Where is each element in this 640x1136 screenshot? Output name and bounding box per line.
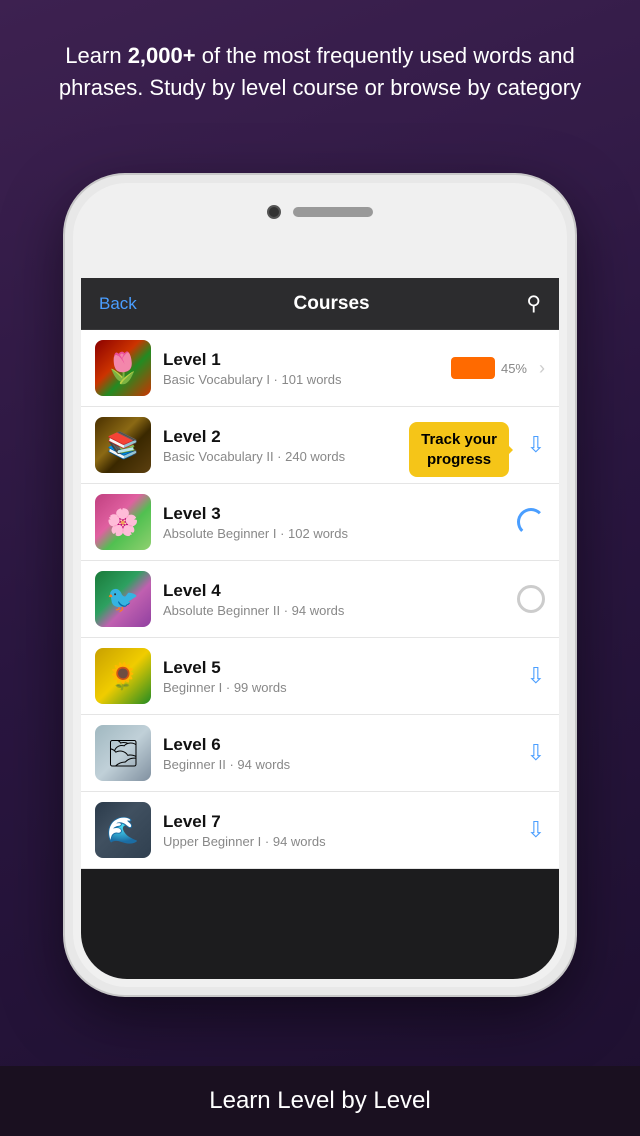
chevron-right-icon: › [539,358,545,379]
course-description-5: Beginner I · 99 words [163,680,527,695]
download-icon-level-2[interactable]: ⇩ [527,432,545,458]
top-description: Learn 2,000+ of the most frequently used… [0,0,640,124]
course-info-level-4: Level 4 Absolute Beginner II · 94 words [163,581,517,618]
phone-speaker [293,207,373,217]
phone-top-hardware [210,205,430,219]
course-thumbnail-level-6 [95,725,151,781]
course-thumbnail-level-3 [95,494,151,550]
course-info-level-1: Level 1 Basic Vocabulary I · 101 words [163,350,451,387]
course-description-4: Absolute Beginner II · 94 words [163,603,517,618]
course-item-level-2[interactable]: Level 2 Basic Vocabulary II · 240 words … [81,407,559,484]
course-list: Level 1 Basic Vocabulary I · 101 words 4… [81,330,559,869]
download-icon-level-6[interactable]: ⇩ [527,740,545,766]
course-action-level-7: ⇩ [527,817,545,843]
navigation-bar: Back Courses ⚲ [81,278,559,330]
course-level-label-7: Level 7 [163,812,527,832]
top-description-text: Learn 2,000+ of the most frequently used… [50,40,590,104]
course-info-level-3: Level 3 Absolute Beginner I · 102 words [163,504,517,541]
search-icon[interactable]: ⚲ [526,291,541,316]
circle-progress-icon-level-3 [517,508,545,536]
course-description-1: Basic Vocabulary I · 101 words [163,372,451,387]
course-level-label-6: Level 6 [163,735,527,755]
bottom-bar-label: Learn Level by Level [209,1087,430,1115]
phone-inner: Back Courses ⚲ Level 1 Basic Vocabulary … [73,183,567,987]
course-description-7: Upper Beginner I · 94 words [163,834,527,849]
course-action-level-5: ⇩ [527,663,545,689]
course-action-level-3 [517,508,545,536]
download-icon-level-7[interactable]: ⇩ [527,817,545,843]
phone-frame: Back Courses ⚲ Level 1 Basic Vocabulary … [65,175,575,995]
course-thumbnail-level-2 [95,417,151,473]
course-item-level-7[interactable]: Level 7 Upper Beginner I · 94 words ⇩ [81,792,559,869]
screen-title: Courses [294,293,370,315]
download-icon-level-5[interactable]: ⇩ [527,663,545,689]
phone-screen: Back Courses ⚲ Level 1 Basic Vocabulary … [81,278,559,979]
course-level-label-3: Level 3 [163,504,517,524]
back-button[interactable]: Back [99,294,137,314]
bottom-bar: Learn Level by Level [0,1066,640,1136]
course-description-3: Absolute Beginner I · 102 words [163,526,517,541]
course-thumbnail-level-5 [95,648,151,704]
course-level-label-4: Level 4 [163,581,517,601]
progress-bar [451,357,495,379]
course-action-level-2: Track yourprogress ⇩ [527,432,545,458]
course-info-level-7: Level 7 Upper Beginner I · 94 words [163,812,527,849]
word-count-highlight: 2,000+ [128,43,196,68]
course-item-level-4[interactable]: Level 4 Absolute Beginner II · 94 words [81,561,559,638]
course-item-level-3[interactable]: Level 3 Absolute Beginner I · 102 words [81,484,559,561]
course-action-level-4 [517,585,545,613]
course-action-level-1: 45% › [451,357,545,379]
progress-bar-wrap: 45% [451,357,527,379]
course-item-level-5[interactable]: Level 5 Beginner I · 99 words ⇩ [81,638,559,715]
course-level-label-1: Level 1 [163,350,451,370]
progress-percent: 45% [501,361,527,376]
course-level-label-5: Level 5 [163,658,527,678]
course-item-level-1[interactable]: Level 1 Basic Vocabulary I · 101 words 4… [81,330,559,407]
circle-empty-icon-level-4 [517,585,545,613]
course-description-6: Beginner II · 94 words [163,757,527,772]
phone-camera [267,205,281,219]
course-thumbnail-level-1 [95,340,151,396]
course-info-level-6: Level 6 Beginner II · 94 words [163,735,527,772]
course-thumbnail-level-7 [95,802,151,858]
course-action-level-6: ⇩ [527,740,545,766]
course-info-level-5: Level 5 Beginner I · 99 words [163,658,527,695]
track-progress-tooltip: Track yourprogress [409,422,509,477]
course-thumbnail-level-4 [95,571,151,627]
course-item-level-6[interactable]: Level 6 Beginner II · 94 words ⇩ [81,715,559,792]
